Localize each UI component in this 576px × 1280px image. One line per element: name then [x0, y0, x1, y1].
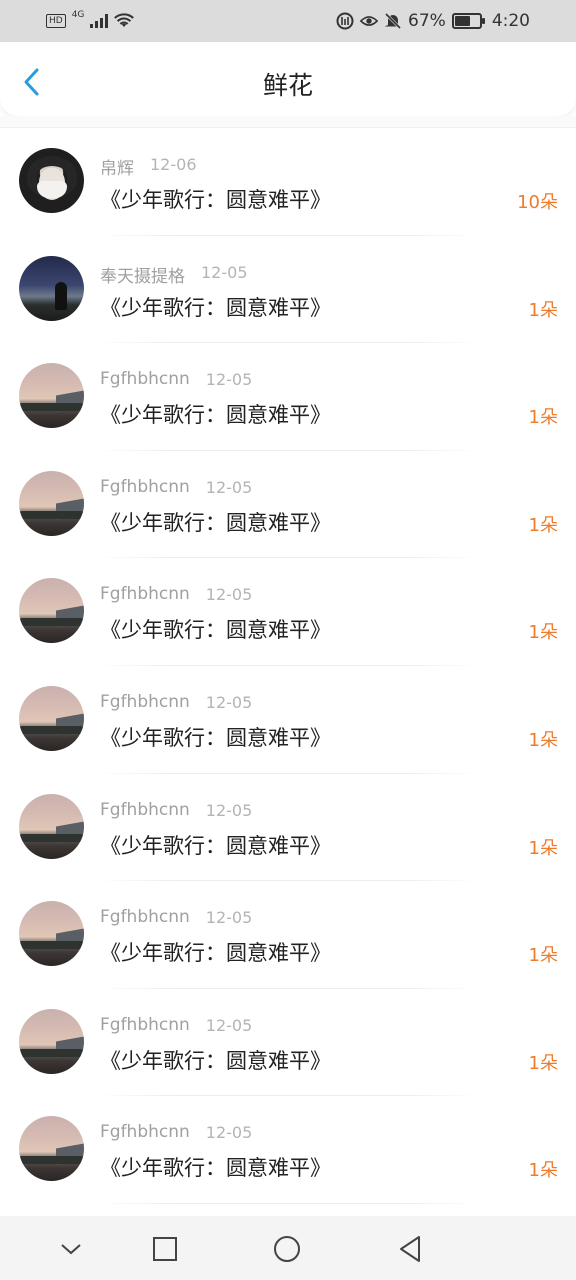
avatar[interactable]	[19, 685, 84, 751]
avatar[interactable]	[19, 793, 84, 859]
data-saver-icon	[336, 12, 354, 30]
flower-count: 1朵	[528, 837, 558, 859]
list-item[interactable]: Fgfhbhcnn 12-05 《少年歌行：圆意难平》 1朵	[0, 666, 576, 774]
battery-icon	[451, 13, 485, 29]
flower-list: 帛辉 12-06 《少年歌行：圆意难平》 10朵奉天摄提格 12-05 《少年歌行：圆意难…	[0, 128, 576, 1204]
list-item[interactable]: 奉天摄提格 12-05 《少年歌行：圆意难平》 1朵	[0, 236, 576, 344]
flower-count: 1朵	[528, 514, 558, 536]
user-name[interactable]: 帛辉	[100, 154, 134, 179]
work-title[interactable]: 《少年歌行：圆意难平》	[100, 614, 331, 644]
header-divider	[0, 116, 576, 128]
avatar[interactable]	[19, 148, 84, 213]
gift-date: 12-05	[201, 262, 248, 282]
list-item[interactable]: Fgfhbhcnn 12-05 《少年歌行：圆意难平》 1朵	[0, 774, 576, 882]
wifi-icon	[114, 13, 135, 27]
status-right: 67% 4:20	[336, 11, 530, 31]
chevron-down-icon[interactable]	[56, 1234, 86, 1264]
flower-count: 1朵	[528, 407, 558, 429]
network-type: 4G	[71, 10, 85, 20]
list-item[interactable]: Fgfhbhcnn 12-05 《少年歌行：圆意难平》 1朵	[0, 343, 576, 451]
avatar[interactable]	[19, 901, 84, 967]
user-name[interactable]: Fgfhbhcnn	[100, 1122, 190, 1142]
user-name[interactable]: Fgfhbhcnn	[100, 1015, 190, 1035]
flower-count: 1朵	[528, 729, 558, 751]
list-item[interactable]: Fgfhbhcnn 12-05 《少年歌行：圆意难平》 1朵	[0, 881, 576, 989]
flower-count: 1朵	[528, 622, 558, 644]
user-name[interactable]: Fgfhbhcnn	[100, 369, 190, 389]
flower-count: 1朵	[528, 1160, 558, 1182]
triangle-back-icon[interactable]	[395, 1234, 425, 1264]
clock: 4:20	[491, 11, 530, 31]
user-name[interactable]: Fgfhbhcnn	[100, 692, 190, 712]
page-title: 鲜花	[262, 71, 313, 100]
avatar[interactable]	[19, 1008, 84, 1074]
list-item[interactable]: Fgfhbhcnn 12-05 《少年歌行：圆意难平》 1朵	[0, 1096, 576, 1204]
list-item[interactable]: 帛辉 12-06 《少年歌行：圆意难平》 10朵	[0, 128, 576, 236]
gift-date: 12-05	[205, 692, 253, 712]
square-icon[interactable]	[150, 1234, 180, 1264]
work-title[interactable]: 《少年歌行：圆意难平》	[100, 830, 331, 860]
gift-date: 12-06	[150, 155, 197, 174]
gift-date: 12-05	[205, 477, 253, 497]
gift-date: 12-05	[205, 1123, 253, 1143]
flower-count: 1朵	[528, 945, 558, 967]
work-title[interactable]: 《少年歌行：圆意难平》	[100, 292, 331, 322]
bell-muted-icon	[384, 12, 402, 30]
work-title[interactable]: 《少年歌行：圆意难平》	[100, 507, 331, 537]
gift-date: 12-05	[205, 800, 253, 820]
circle-icon[interactable]	[272, 1234, 302, 1264]
user-name[interactable]: Fgfhbhcnn	[100, 907, 190, 927]
work-title[interactable]: 《少年歌行：圆意难平》	[100, 937, 331, 967]
gift-date: 12-05	[205, 1015, 253, 1035]
app-header: 鲜花	[0, 42, 576, 116]
avatar[interactable]	[19, 255, 84, 321]
user-name[interactable]: Fgfhbhcnn	[100, 584, 190, 604]
battery-percent: 67%	[408, 11, 446, 31]
flower-count: 10朵	[517, 192, 558, 213]
status-left: HD 4G	[46, 10, 135, 29]
gift-date: 12-05	[205, 908, 253, 928]
work-title[interactable]: 《少年歌行：圆意难平》	[100, 184, 331, 214]
work-title[interactable]: 《少年歌行：圆意难平》	[100, 399, 331, 429]
flower-count: 1朵	[528, 1052, 558, 1074]
list-item[interactable]: Fgfhbhcnn 12-05 《少年歌行：圆意难平》 1朵	[0, 451, 576, 559]
eye-icon	[360, 16, 379, 26]
row-divider	[98, 1202, 478, 1204]
hd-badge: HD	[46, 14, 66, 28]
gift-date: 12-05	[205, 370, 253, 390]
avatar[interactable]	[19, 470, 84, 536]
user-name[interactable]: Fgfhbhcnn	[100, 477, 190, 497]
status-bar: HD 4G 67% 4:20	[0, 0, 576, 42]
user-name[interactable]: 奉天摄提格	[100, 262, 185, 287]
flower-count: 1朵	[528, 299, 558, 321]
gift-date: 12-05	[205, 585, 253, 605]
list-item[interactable]: Fgfhbhcnn 12-05 《少年歌行：圆意难平》 1朵	[0, 989, 576, 1097]
work-title[interactable]: 《少年歌行：圆意难平》	[100, 1152, 331, 1182]
avatar[interactable]	[19, 1116, 84, 1182]
user-name[interactable]: Fgfhbhcnn	[100, 800, 190, 820]
work-title[interactable]: 《少年歌行：圆意难平》	[100, 1045, 331, 1075]
signal-icon	[90, 14, 109, 28]
system-navbar	[0, 1216, 576, 1280]
list-item[interactable]: Fgfhbhcnn 12-05 《少年歌行：圆意难平》 1朵	[0, 558, 576, 666]
avatar[interactable]	[19, 578, 84, 644]
work-title[interactable]: 《少年歌行：圆意难平》	[100, 722, 331, 752]
avatar[interactable]	[19, 363, 84, 429]
